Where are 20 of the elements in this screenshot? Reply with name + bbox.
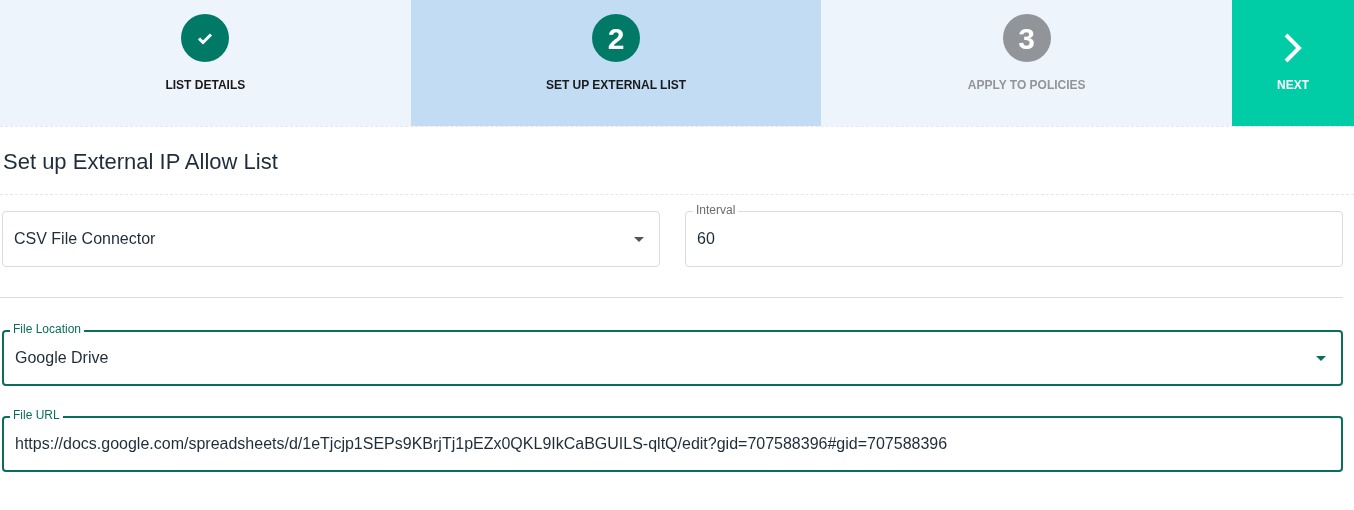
field-value: CSV File Connector [14, 229, 157, 249]
field-value: 60 [697, 229, 716, 249]
step-tab[interactable]: LIST DETAILS [0, 0, 411, 126]
dropdown-caret-icon [634, 236, 644, 242]
field-label: File Location [10, 322, 85, 336]
step-tab[interactable]: 2 SET UP EXTERNAL LIST [410, 0, 822, 126]
check-icon [181, 14, 230, 62]
chevron-right-icon [1283, 32, 1303, 64]
field-label: Interval [693, 203, 739, 217]
field-value: Google Drive [15, 348, 110, 368]
field-label: File URL [10, 408, 63, 422]
dropdown-caret-icon [1316, 355, 1326, 361]
step-number: 3 [1002, 14, 1051, 62]
step-label: SET UP EXTERNAL LIST [545, 77, 687, 94]
dropdown-field[interactable]: CSV File Connector [2, 211, 660, 267]
page-title: Set up External IP Allow List [2, 148, 279, 176]
step-label: APPLY TO POLICIES [967, 77, 1086, 94]
step-label: LIST DETAILS [165, 77, 246, 94]
step-number: 2 [592, 14, 640, 62]
field-value: https://docs.google.com/spreadsheets/d/1eTjcjp1SEPs9KBrjTj1pEZx0QKL9IkCaBGUILS-qltQ/edit?gid=707588396#gid=707588396 [15, 434, 949, 454]
